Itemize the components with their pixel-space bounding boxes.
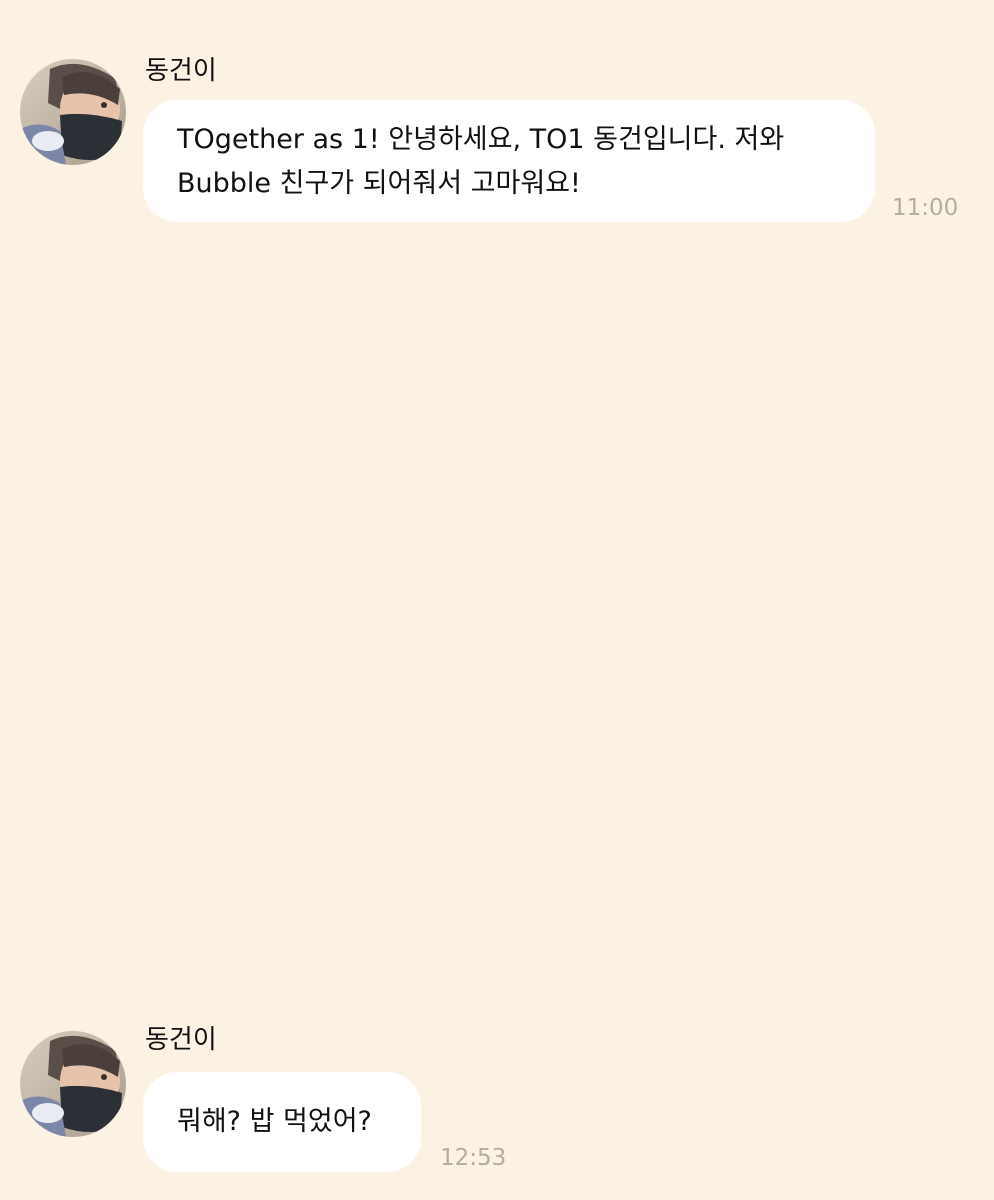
message-group-2: 동건이 뭐해? 밥 먹었어? 12:53 [0, 0, 994, 1200]
avatar[interactable] [20, 1031, 126, 1137]
message-bubble[interactable]: 뭐해? 밥 먹었어? [143, 1072, 421, 1172]
sender-name: 동건이 [145, 1025, 217, 1055]
message-text: 뭐해? 밥 먹었어? [177, 1106, 372, 1137]
profile-photo-icon [20, 1031, 126, 1137]
message-time: 12:53 [440, 1145, 507, 1171]
chat-area[interactable]: 동건이 TOgether as 1! 안녕하세요, TO1 동건입니다. 저와 … [0, 0, 994, 1200]
